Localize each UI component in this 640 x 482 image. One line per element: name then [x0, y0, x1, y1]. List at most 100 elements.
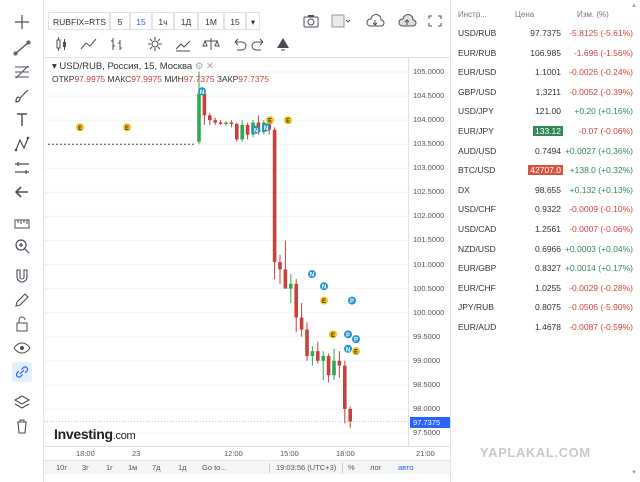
link-icon[interactable]: [12, 362, 32, 382]
interval-5m[interactable]: 5: [110, 12, 130, 30]
time-axis[interactable]: 18:00 23 12:00 15:00 18:00 21:00: [44, 446, 450, 460]
symbol-search[interactable]: RUBFIX=RTS: [48, 12, 110, 30]
range-1y[interactable]: 1г: [106, 463, 113, 472]
price-tick: 99.5000: [413, 331, 441, 341]
cloud-save-icon[interactable]: [364, 11, 386, 31]
brush-icon[interactable]: [12, 86, 32, 106]
watchlist-symbol: JPY/RUB: [458, 302, 494, 313]
pencil-lock-icon[interactable]: [12, 290, 32, 310]
pattern-tool-icon[interactable]: [12, 134, 32, 154]
legend-settings-icon[interactable]: ⚙ ✕: [195, 61, 214, 72]
price-axis[interactable]: 105.0000 104.5000 104.0000 103.5000 103.0000…: [408, 58, 450, 446]
watchlist-change: -0.0026 (-0.24%): [569, 67, 633, 78]
text-tool-icon[interactable]: [12, 110, 32, 130]
settings-gear-icon[interactable]: [144, 34, 166, 54]
watchlist-row[interactable]: GBP/USD 1.3211 -0.0052 (-0.39%): [451, 83, 640, 103]
watchlist-row[interactable]: USD/CAD 1.2561 -0.0007 (-0.06%): [451, 220, 640, 240]
candle-body: [208, 115, 212, 121]
watchlist-row[interactable]: BTC/USD 42707.0 +138.0 (+0.32%): [451, 161, 640, 181]
arrow-back-icon[interactable]: [12, 182, 32, 202]
watchlist-row[interactable]: EUR/RUB 106.985 -1.696 (-1.56%): [451, 44, 640, 64]
legend-collapse-icon[interactable]: ▾: [52, 61, 57, 72]
bars-chart-icon[interactable]: [106, 34, 128, 54]
watchlist-row[interactable]: EUR/CHF 1.0255 -0.0029 (-0.28%): [451, 279, 640, 299]
watchlist-row[interactable]: EUR/AUD 1.4678 -0.0087 (-0.59%): [451, 318, 640, 338]
watchlist-price: 1.0255: [535, 282, 561, 293]
scroll-up-icon[interactable]: ▲: [631, 3, 637, 9]
watchlist-symbol: USD/RUB: [458, 28, 497, 38]
watchlist-symbol: GBP/USD: [458, 86, 497, 97]
cloud-upload-icon[interactable]: [396, 11, 418, 31]
interval-1d[interactable]: 1Д: [174, 12, 198, 30]
watchlist-change: -0.07 (-0.06%): [578, 126, 633, 136]
indicators-icon[interactable]: [172, 34, 194, 54]
watchlist-row[interactable]: JPY/RUB 0.8075 -0.0506 (-5.90%): [451, 298, 640, 318]
candles-type-icon[interactable]: [50, 34, 72, 54]
prediction-tool-icon[interactable]: [12, 158, 32, 178]
price-chart[interactable]: EENENNENNEEPPNEP ▾ USD/RUB, Россия, 15, …: [44, 58, 408, 446]
candle-body: [321, 355, 325, 361]
interval-1month[interactable]: 1М: [198, 12, 224, 30]
candle-body: [299, 317, 304, 330]
trend-line-icon[interactable]: [12, 38, 32, 58]
go-to-date[interactable]: Go to...: [202, 463, 227, 472]
range-3y[interactable]: 3г: [82, 463, 89, 472]
separator: [269, 463, 270, 473]
price-tick: 103.0000: [413, 163, 445, 173]
fullscreen-icon[interactable]: [424, 11, 446, 31]
zoom-icon[interactable]: [12, 236, 32, 256]
col-price-header[interactable]: Цена: [515, 10, 534, 19]
col-change-header[interactable]: Изм. (%): [577, 10, 609, 19]
watchlist-row[interactable]: USD/JPY 121.00 +0.20 (+0.16%): [451, 102, 640, 122]
interval-15m[interactable]: 15: [130, 12, 152, 30]
interval-1h[interactable]: 1ч: [152, 12, 174, 30]
candle-body: [213, 120, 217, 123]
watchlist-row[interactable]: EUR/USD 1.1001 -0.0026 (-0.24%): [451, 63, 640, 83]
range-7d[interactable]: 7д: [152, 463, 161, 472]
clock: 19:03:56 (UTC+3): [276, 463, 337, 472]
range-1m[interactable]: 1м: [128, 463, 137, 472]
watchlist-row[interactable]: DX 98.655 +0.132 (+0.13%): [451, 181, 640, 201]
interval-dropdown[interactable]: ▾: [246, 12, 260, 30]
redo-icon[interactable]: [248, 34, 270, 54]
event-marker-label: N: [200, 90, 204, 96]
trash-icon[interactable]: [12, 416, 32, 436]
watchlist-change: -0.0087 (-0.59%): [569, 322, 633, 332]
compare-scales-icon[interactable]: [200, 34, 222, 54]
watchlist-row[interactable]: EUR/JPY 133.12 -0.07 (-0.06%): [451, 122, 640, 142]
candle-body: [240, 124, 244, 140]
undo-icon[interactable]: [228, 34, 250, 54]
watchlist-row[interactable]: NZD/USD 0.6966 +0.0003 (+0.04%): [451, 240, 640, 260]
col-symbol-header[interactable]: Инстр...: [458, 10, 487, 19]
watchlist-symbol: EUR/USD: [458, 67, 497, 78]
watchlist-row[interactable]: USD/RUB 97.7375 -5.8125 (-5.61%): [451, 24, 640, 44]
log-toggle[interactable]: лог: [370, 463, 381, 472]
measure-icon[interactable]: [12, 212, 32, 232]
layers-icon[interactable]: [12, 392, 32, 412]
range-10y[interactable]: 10г: [56, 463, 67, 472]
lock-icon[interactable]: [12, 314, 32, 334]
watchlist-symbol: USD/CAD: [458, 224, 497, 234]
range-1d[interactable]: 1д: [178, 463, 187, 472]
watchlist-symbol: USD/CHF: [458, 204, 496, 215]
watchlist-change: -0.0506 (-5.90%): [569, 302, 633, 313]
fib-tool-icon[interactable]: [12, 62, 32, 82]
watchlist-change: +0.0027 (+0.36%): [564, 145, 633, 156]
time-tick: 12:00: [224, 449, 243, 458]
magnet-icon[interactable]: [12, 266, 32, 286]
watchlist-change: +138.0 (+0.32%): [569, 165, 633, 176]
watchlist-row[interactable]: USD/CHF 0.9322 -0.0009 (-0.10%): [451, 200, 640, 220]
interval-select[interactable]: 15: [224, 12, 246, 30]
alert-icon[interactable]: [272, 34, 294, 54]
auto-toggle[interactable]: авто: [398, 463, 414, 472]
percent-toggle[interactable]: %: [348, 463, 355, 472]
color-picker-icon[interactable]: [328, 11, 350, 31]
eye-icon[interactable]: [12, 338, 32, 358]
scroll-down-icon[interactable]: ▼: [631, 470, 637, 476]
watchlist-row[interactable]: EUR/GBP 0.8327 +0.0014 (+0.17%): [451, 259, 640, 279]
crosshair-icon[interactable]: [12, 12, 32, 32]
candlestick-chart: E ENEN NENNEE PPN EP: [44, 71, 408, 434]
area-chart-icon[interactable]: [78, 34, 100, 54]
watchlist-row[interactable]: AUD/USD 0.7494 +0.0027 (+0.36%): [451, 142, 640, 162]
camera-icon[interactable]: [300, 11, 322, 31]
